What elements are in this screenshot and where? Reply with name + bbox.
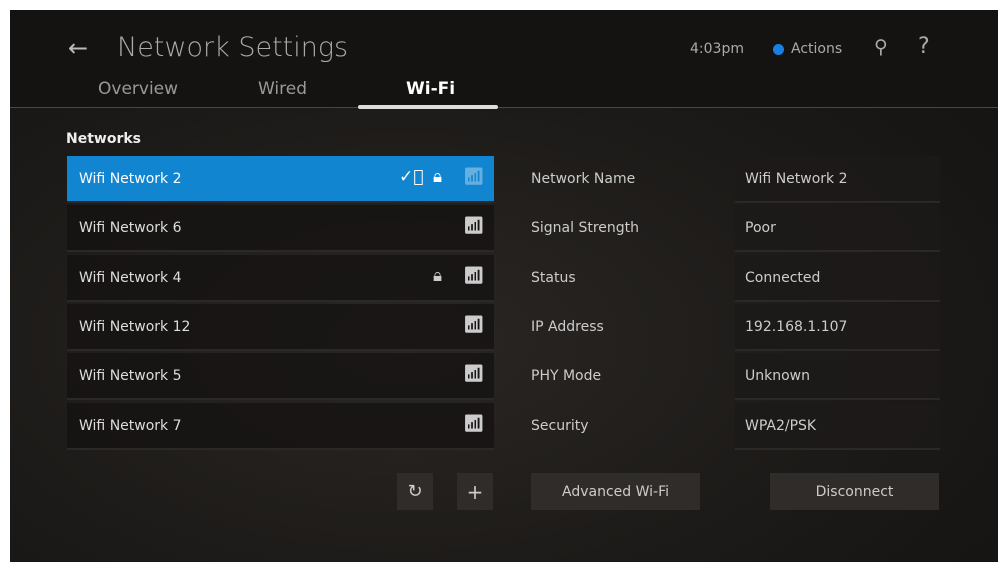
detail-label: Signal Strength <box>531 220 640 237</box>
lock-icon: 🔒︎ <box>433 167 443 187</box>
disconnect-button[interactable]: Disconnect <box>770 473 939 510</box>
network-list-item[interactable]: Wifi Network 4 🔒︎ 📶︎ <box>67 254 494 302</box>
detail-value: Poor <box>745 220 776 237</box>
network-name: Wifi Network 4 <box>79 269 182 286</box>
tab-overview[interactable]: Overview <box>98 79 178 99</box>
detail-value: Wifi Network 2 <box>745 171 848 187</box>
header: ← Network Settings 4:03pm Actions ⚲ ? Ov… <box>10 10 998 109</box>
detail-label: IP Address <box>531 318 604 335</box>
plus-icon: + <box>466 479 484 504</box>
networks-heading: Networks <box>66 131 142 147</box>
actions-button[interactable]: Actions <box>791 41 842 57</box>
network-settings-screen: ← Network Settings 4:03pm Actions ⚲ ? Ov… <box>10 10 998 562</box>
detail-value: WPA2/PSK <box>745 417 817 434</box>
active-tab-indicator <box>358 105 498 109</box>
detail-value-box: WPA2/PSK <box>735 402 940 450</box>
tab-wired[interactable]: Wired <box>258 79 307 99</box>
wifi-icon: 📶︎ <box>463 314 485 335</box>
detail-value: Unknown <box>745 368 810 385</box>
detail-value-box: Poor <box>735 205 940 253</box>
detail-value-box: Unknown <box>735 353 940 401</box>
refresh-icon: ↻ <box>407 481 423 502</box>
network-list-item[interactable]: Wifi Network 5 📶︎ <box>67 353 494 401</box>
clock: 4:03pm <box>690 41 744 57</box>
detail-value-box: 192.168.1.107 <box>735 303 940 351</box>
wifi-icon: 📶︎ <box>463 413 485 434</box>
page-title: Network Settings <box>117 32 349 63</box>
wifi-icon: 📶︎ <box>463 167 485 187</box>
lock-icon: 🔒︎ <box>433 265 443 286</box>
wifi-icon: 📶︎ <box>463 216 485 237</box>
actions-dot-icon <box>773 44 784 55</box>
network-name: Wifi Network 5 <box>79 368 182 385</box>
back-arrow-icon[interactable]: ← <box>68 34 88 62</box>
network-list-item[interactable]: Wifi Network 12 📶︎ <box>67 303 494 351</box>
detail-value-box: Connected <box>735 254 940 302</box>
network-list-item[interactable]: Wifi Network 7 📶︎ <box>67 402 494 450</box>
network-name: Wifi Network 7 <box>79 417 182 434</box>
wifi-icon: 📶︎ <box>463 265 485 286</box>
add-network-button[interactable]: + <box>457 473 493 510</box>
detail-label: Status <box>531 269 576 286</box>
detail-label: Network Name <box>531 171 636 187</box>
search-icon[interactable]: ⚲ <box>874 36 888 58</box>
detail-value-box: Wifi Network 2 <box>735 156 940 203</box>
refresh-button[interactable]: ↻ <box>397 473 433 510</box>
tab-wifi[interactable]: Wi-Fi <box>406 79 455 99</box>
network-name: Wifi Network 6 <box>79 220 182 237</box>
detail-label: Security <box>531 417 589 434</box>
network-list-item[interactable]: Wifi Network 2 ✓⃝ 🔒︎ 📶︎ <box>67 156 494 203</box>
network-name: Wifi Network 2 <box>79 171 182 187</box>
detail-label: PHY Mode <box>531 368 602 385</box>
advanced-wifi-button[interactable]: Advanced Wi-Fi <box>531 473 700 510</box>
network-list-item[interactable]: Wifi Network 6 📶︎ <box>67 205 494 253</box>
help-icon[interactable]: ? <box>918 34 930 59</box>
wifi-icon: 📶︎ <box>463 364 485 385</box>
detail-value: 192.168.1.107 <box>745 318 848 335</box>
check-circle-icon: ✓⃝ <box>399 167 424 187</box>
network-name: Wifi Network 12 <box>79 318 191 335</box>
detail-value: Connected <box>745 269 821 286</box>
